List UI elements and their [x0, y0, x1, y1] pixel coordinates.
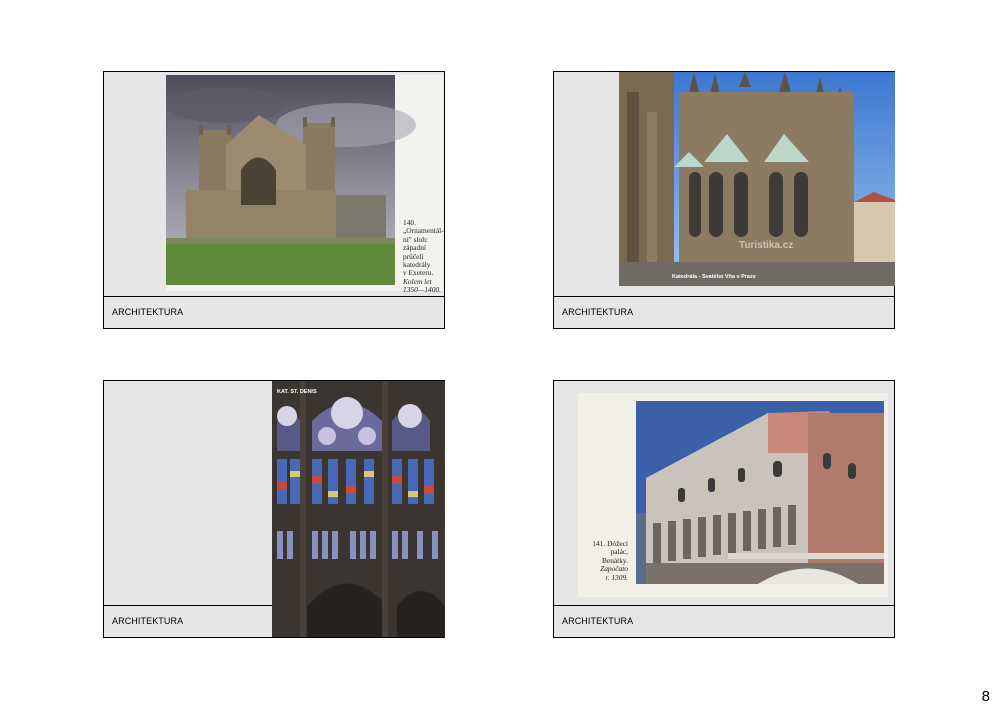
watermark-text: Turistika.cz	[739, 240, 794, 251]
slide-label: ARCHITEKTURA	[112, 616, 184, 626]
exeter-caption: 140. „Ornamentál- ní" sloh: západní průč…	[403, 218, 444, 295]
slide-label: ARCHITEKTURA	[562, 616, 634, 626]
slide-st-denis: KAT. ST. DENIS ARCHITEKTURA	[103, 380, 445, 638]
slide-divider	[104, 605, 272, 606]
slide-label: ARCHITEKTURA	[112, 307, 184, 317]
slide-doge-palace: 141. Dóžecí palác, Benátky. Započato r. …	[553, 380, 895, 638]
caption-line: 1350—1400.	[403, 285, 441, 295]
doge-palace-caption: 141. Dóžecí palác, Benátky. Započato r. …	[584, 539, 628, 582]
slide-divider	[104, 296, 444, 297]
slide-divider	[554, 605, 894, 606]
slide-label: ARCHITEKTURA	[562, 307, 634, 317]
st-denis-window-photo	[272, 381, 445, 637]
exeter-cathedral-photo	[166, 75, 443, 291]
page-number: 8	[981, 688, 990, 705]
slide-divider	[554, 296, 894, 297]
st-vitus-cathedral-photo	[619, 72, 895, 286]
photo-caption-overlay: Katedrála - Svatého Víta v Praze	[672, 274, 756, 280]
slide-prague: Katedrála - Svatého Víta v Praze Turisti…	[553, 71, 895, 329]
photo-caption-overlay: KAT. ST. DENIS	[277, 389, 317, 395]
caption-line: r. 1309.	[605, 572, 628, 582]
slide-exeter: 140. „Ornamentál- ní" sloh: západní průč…	[103, 71, 445, 329]
